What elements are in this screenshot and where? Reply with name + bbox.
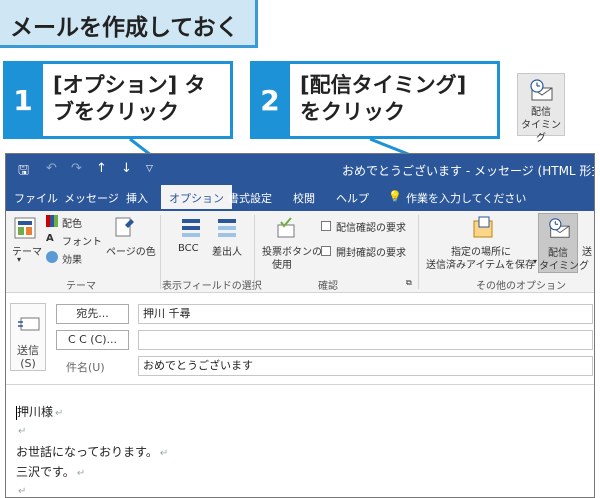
window-title: おめでとうございます - メッセージ (HTML 形式) (342, 164, 595, 178)
read-receipt-label: 配信確認の要求 (336, 223, 406, 234)
bcc-button[interactable]: BCC (178, 243, 199, 254)
send-icon (18, 317, 40, 331)
body-line: ↵ (18, 486, 27, 497)
to-field[interactable]: 押川 千尋 (138, 304, 593, 324)
tab-insert[interactable]: 挿入 (126, 190, 148, 206)
body-line: ↵ (18, 426, 27, 437)
group-label-themes: テーマ (66, 281, 96, 292)
outlook-compose-window: 🖫 ↶ ↷ ↑ ↓ ▽ おめでとうございます - メッセージ (HTML 形式)… (5, 153, 595, 498)
theme-dropdown-icon[interactable]: ▾ (17, 255, 21, 264)
tell-me-input[interactable]: 作業を入力してください (406, 190, 526, 206)
save-sent-item-icon (473, 216, 493, 238)
title-bar: 🖫 ↶ ↷ ↑ ↓ ▽ おめでとうございます - メッセージ (HTML 形式) (6, 154, 594, 185)
body-line: お世話になっております。 ↵ (16, 445, 169, 459)
group-separator (418, 215, 419, 289)
voting-buttons-line1[interactable]: 投票ボタンの (262, 243, 322, 258)
open-receipt-label: 開封確認の要求 (336, 248, 406, 259)
cc-button[interactable]: C C (C)... (56, 330, 129, 350)
colors-icon (46, 215, 58, 227)
subject-label: 件名(U) (66, 361, 105, 374)
effects-button[interactable]: 効果 (62, 251, 82, 266)
send-button[interactable]: 送信 (S) (10, 303, 46, 371)
body-line: 三沢です。 ↵ (16, 465, 86, 479)
read-receipt-checkbox[interactable] (321, 221, 331, 231)
body-line: 押川様 ↵ (16, 405, 64, 420)
customize-toolbar-icon[interactable]: ▽ (146, 164, 153, 174)
tab-file[interactable]: ファイル (14, 190, 58, 206)
group-label-show-fields: 表示フィールドの選択 (162, 281, 262, 292)
bcc-icon (182, 219, 200, 237)
send-button-label: 送信 (S) (17, 344, 39, 370)
voting-buttons-line2[interactable]: 使用 (272, 256, 292, 271)
group-label-more-options: その他のオプション (476, 281, 566, 292)
fonts-button[interactable]: フォント (62, 233, 102, 248)
message-body[interactable]: 押川様 ↵ ↵ お世話になっております。 ↵ 三沢です。 ↵ ↵ (6, 385, 594, 497)
effects-icon (46, 251, 58, 263)
from-icon (218, 219, 236, 237)
subject-field[interactable]: おめでとうございます (138, 356, 593, 376)
to-button[interactable]: 宛先... (56, 304, 129, 324)
up-arrow-icon[interactable]: ↑ (96, 161, 107, 176)
compose-header: 送信 (S) 宛先... 押川 千尋 C C (C)... 件名(U) おめでと… (6, 293, 594, 385)
undo-icon[interactable]: ↶ (46, 161, 57, 176)
group-separator (254, 215, 255, 289)
dialog-launcher-icon[interactable]: ⧉ (406, 278, 412, 288)
open-receipt-checkbox[interactable] (321, 246, 331, 256)
delay-delivery-button[interactable]: 配信 タイミング (538, 213, 589, 273)
page-color-icon (115, 217, 134, 237)
theme-icon (14, 217, 36, 239)
tab-message[interactable]: メッセージ (64, 190, 119, 206)
redo-icon[interactable]: ↷ (71, 161, 82, 176)
tab-help[interactable]: ヘルプ (336, 190, 369, 206)
group-label-tracking: 確認 (318, 281, 338, 292)
group-separator (160, 215, 161, 289)
tab-options[interactable]: オプション (161, 185, 232, 211)
delay-delivery-line2: タイミング (539, 261, 589, 272)
from-button[interactable]: 差出人 (212, 243, 242, 258)
page-color-button[interactable]: ページの色 (106, 243, 156, 258)
save-sent-item-line2[interactable]: 送信済みアイテムを保存 (426, 256, 535, 271)
save-sent-dropdown-icon[interactable]: ▾ (533, 257, 537, 266)
ribbon-tabs: ファイル メッセージ 挿入 オプション 書式設定 校閲 ヘルプ 💡 作業を入力し… (6, 185, 594, 211)
fonts-icon: A (46, 233, 54, 244)
delay-delivery-icon (549, 218, 570, 238)
voting-buttons-icon (277, 217, 295, 238)
direct-replies-button[interactable]: 送 (582, 243, 592, 258)
down-arrow-icon[interactable]: ↓ (121, 161, 132, 176)
tab-review[interactable]: 校閲 (293, 190, 315, 206)
lightbulb-icon: 💡 (388, 190, 402, 203)
ribbon-panel: テーマ ▾ 配色 A フォント 効果 ページの色 テーマ BCC 差出人 表示フ… (6, 211, 594, 293)
cc-field[interactable] (138, 330, 593, 350)
tab-format[interactable]: 書式設定 (228, 190, 272, 206)
colors-button[interactable]: 配色 (62, 215, 82, 230)
save-icon[interactable]: 🖫 (18, 161, 29, 183)
